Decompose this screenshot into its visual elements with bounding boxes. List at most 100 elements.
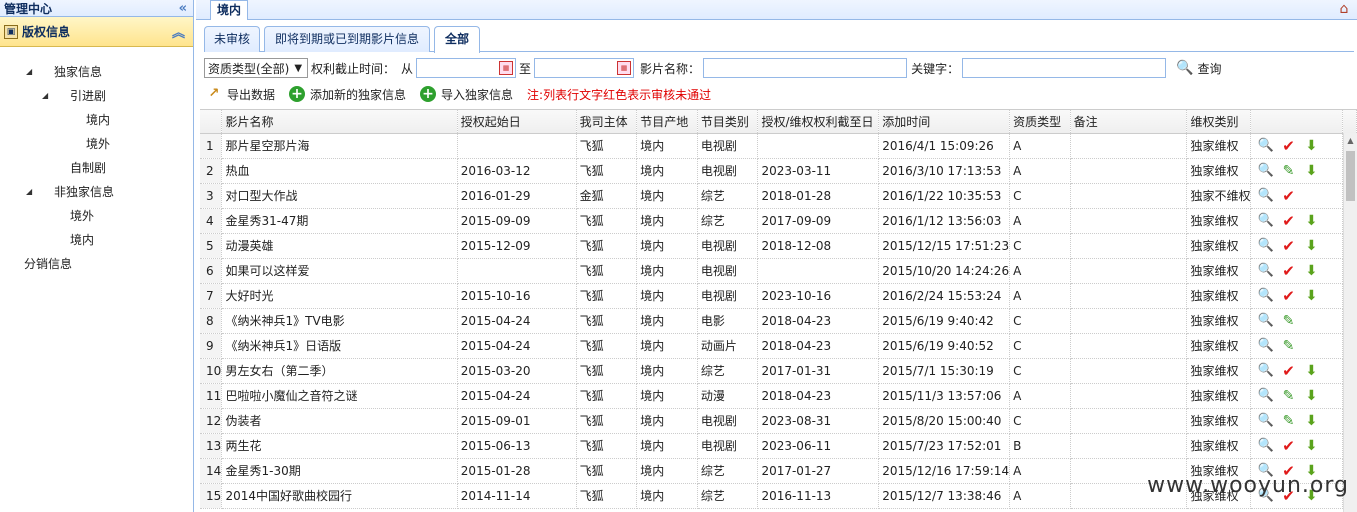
download-icon[interactable]: ⬇ xyxy=(1303,213,1319,229)
scroll-up-icon[interactable]: ▲ xyxy=(1344,133,1357,149)
collapse-sidebar-icon[interactable]: « xyxy=(179,1,187,16)
import-button[interactable]: + 导入独家信息 xyxy=(420,86,513,103)
table-row[interactable]: 6 如果可以这样爱 飞狐 境内 电视剧 2015/10/20 14:24:26 A 独家维权 🔍… xyxy=(200,258,1357,284)
cell-entity: 飞狐 xyxy=(576,283,638,309)
table-row[interactable]: 12 伪装者 2015-09-01 飞狐 境内 电视剧 2023-08-31 2015/8/2… xyxy=(200,408,1357,434)
cell-end: 2017-01-27 xyxy=(757,458,880,484)
column-header[interactable]: 节目产地 xyxy=(636,110,698,134)
approve-icon[interactable]: ✔ xyxy=(1280,287,1296,305)
tree-node[interactable]: ◢ 独家信息 xyxy=(0,60,193,84)
view-icon[interactable]: 🔍 xyxy=(1257,263,1273,278)
view-icon[interactable]: 🔍 xyxy=(1257,313,1273,328)
column-header[interactable]: 节目类别 xyxy=(697,110,759,134)
column-header[interactable]: 授权起始日 xyxy=(457,110,577,134)
table-row[interactable]: 2 热血 2016-03-12 飞狐 境内 电视剧 2023-03-11 2016/3/10 … xyxy=(200,158,1357,184)
table-header: 影片名称 授权起始日 我司主体 节目产地 节目类别 授权/维权权利截至日 添加时间 资质类型备… xyxy=(200,110,1357,134)
edit-icon[interactable]: ✎ xyxy=(1280,388,1296,404)
edit-icon[interactable]: ✎ xyxy=(1280,313,1296,329)
home-icon[interactable]: ⌂ xyxy=(1335,0,1353,18)
tree-node[interactable]: 境外 xyxy=(0,132,193,156)
tree-expand-icon[interactable]: ◢ xyxy=(42,84,48,108)
table-row[interactable]: 9 《纳米神兵1》日语版 2015-04-24 飞狐 境内 动画片 2018-04-23 20… xyxy=(200,333,1357,359)
view-icon[interactable]: 🔍 xyxy=(1257,363,1273,378)
approve-icon[interactable]: ✔ xyxy=(1280,237,1296,255)
download-icon[interactable]: ⬇ xyxy=(1303,163,1319,179)
tab-domestic[interactable]: 境内 xyxy=(210,0,249,20)
view-icon[interactable]: 🔍 xyxy=(1257,238,1273,253)
calendar-icon[interactable]: ▦ xyxy=(499,61,514,75)
view-icon[interactable]: 🔍 xyxy=(1257,163,1273,178)
view-icon[interactable]: 🔍 xyxy=(1257,138,1273,153)
approve-icon[interactable]: ✔ xyxy=(1280,362,1296,380)
date-to-input[interactable]: ▦ xyxy=(534,58,635,78)
export-button[interactable]: ↗ 导出数据 xyxy=(206,86,275,103)
tree-node[interactable]: 境内 xyxy=(0,108,193,132)
view-icon[interactable]: 🔍 xyxy=(1257,213,1273,228)
view-icon[interactable]: 🔍 xyxy=(1257,413,1273,428)
download-icon[interactable]: ⬇ xyxy=(1303,263,1319,279)
download-icon[interactable]: ⬇ xyxy=(1303,413,1319,429)
scroll-thumb[interactable] xyxy=(1346,151,1355,201)
download-icon[interactable]: ⬇ xyxy=(1303,438,1319,454)
column-header[interactable]: 影片名称 xyxy=(221,110,458,134)
date-from-input[interactable]: ▦ xyxy=(416,58,517,78)
download-icon[interactable]: ⬇ xyxy=(1303,288,1319,304)
calendar-icon[interactable]: ▦ xyxy=(617,61,632,75)
tree-node[interactable]: 境内 xyxy=(0,228,193,252)
approve-icon[interactable]: ✔ xyxy=(1280,212,1296,230)
tree-expand-icon[interactable]: ◢ xyxy=(26,180,32,204)
download-icon[interactable]: ⬇ xyxy=(1303,238,1319,254)
table-row[interactable]: 13 两生花 2015-06-13 飞狐 境内 电视剧 2023-06-11 2015/7/2… xyxy=(200,433,1357,459)
approve-icon[interactable]: ✔ xyxy=(1280,187,1296,205)
table-row[interactable]: 1 那片星空那片海 飞狐 境内 电视剧 2016/4/1 15:09:26 A 独家维权 🔍 ✔ ⬇ xyxy=(200,133,1357,159)
vertical-scrollbar[interactable]: ▲ xyxy=(1343,133,1357,512)
download-icon[interactable]: ⬇ xyxy=(1303,363,1319,379)
column-header[interactable]: 备注 xyxy=(1070,110,1188,134)
tree-node[interactable]: ◢ 引进剧 xyxy=(0,84,193,108)
approve-icon[interactable]: ✔ xyxy=(1280,437,1296,455)
keyword-input[interactable] xyxy=(962,58,1167,78)
tab-expiring[interactable]: 即将到期或已到期影片信息 xyxy=(264,26,430,52)
approve-icon[interactable]: ✔ xyxy=(1280,137,1296,155)
collapse-panel-icon[interactable]: ︽ xyxy=(172,22,185,41)
film-name-input[interactable] xyxy=(703,58,908,78)
table-row[interactable]: 11 巴啦啦小魔仙之音符之谜 2015-04-24 飞狐 境内 动漫 2018-04-23 2… xyxy=(200,383,1357,409)
download-icon[interactable]: ⬇ xyxy=(1303,138,1319,154)
tab-all[interactable]: 全部 xyxy=(434,26,480,53)
row-number: 13 xyxy=(200,433,223,459)
view-icon[interactable]: 🔍 xyxy=(1257,288,1273,303)
edit-icon[interactable]: ✎ xyxy=(1280,413,1296,429)
table-row[interactable]: 7 大好时光 2015-10-16 飞狐 境内 电视剧 2023-10-16 2016/2/2… xyxy=(200,283,1357,309)
column-header[interactable]: 授权/维权权利截至日 xyxy=(757,110,880,134)
column-header[interactable]: 资质类型 xyxy=(1009,110,1071,134)
view-icon[interactable]: 🔍 xyxy=(1257,188,1273,203)
add-exclusive-button[interactable]: + 添加新的独家信息 xyxy=(289,86,406,103)
cell-origin: 境内 xyxy=(636,383,698,409)
panel-header-copyright[interactable]: ▣ 版权信息 ︽ xyxy=(0,17,193,47)
table-row[interactable]: 5 动漫英雄 2015-12-09 飞狐 境内 电视剧 2018-12-08 2015/12/… xyxy=(200,233,1357,259)
qual-type-select[interactable]: 资质类型(全部) ▼ xyxy=(204,58,308,78)
tree-node[interactable]: 自制剧 xyxy=(0,156,193,180)
column-header[interactable]: 维权类别 xyxy=(1186,110,1252,134)
view-icon[interactable]: 🔍 xyxy=(1257,438,1273,453)
column-header[interactable]: 我司主体 xyxy=(576,110,638,134)
tree-node[interactable]: 分销信息 xyxy=(0,252,193,276)
tab-unreviewed[interactable]: 未审核 xyxy=(204,26,260,52)
edit-icon[interactable]: ✎ xyxy=(1280,338,1296,354)
tree-node[interactable]: 境外 xyxy=(0,204,193,228)
column-header[interactable]: 添加时间 xyxy=(878,110,1011,134)
table-row[interactable]: 4 金星秀31-47期 2015-09-09 飞狐 境内 综艺 2017-09-09 2016… xyxy=(200,208,1357,234)
view-icon[interactable]: 🔍 xyxy=(1257,338,1273,353)
query-button[interactable]: 🔍 查询 xyxy=(1176,60,1221,77)
table-row[interactable]: 3 对口型大作战 2016-01-29 金狐 境内 综艺 2018-01-28 2016/1/… xyxy=(200,183,1357,209)
view-icon[interactable]: 🔍 xyxy=(1257,388,1273,403)
tree-expand-icon[interactable]: ◢ xyxy=(26,60,32,84)
download-icon[interactable]: ⬇ xyxy=(1303,388,1319,404)
table-row[interactable]: 8 《纳米神兵1》TV电影 2015-04-24 飞狐 境内 电影 2018-04-23 20… xyxy=(200,308,1357,334)
tree-node[interactable]: ◢ 非独家信息 xyxy=(0,180,193,204)
cell-name: 大好时光 xyxy=(221,283,458,309)
table-row[interactable]: 10 男左女右（第二季） 2015-03-20 飞狐 境内 综艺 2017-01-31 201… xyxy=(200,358,1357,384)
approve-icon[interactable]: ✔ xyxy=(1280,262,1296,280)
edit-icon[interactable]: ✎ xyxy=(1280,163,1296,179)
cell-name: 如果可以这样爱 xyxy=(221,258,458,284)
